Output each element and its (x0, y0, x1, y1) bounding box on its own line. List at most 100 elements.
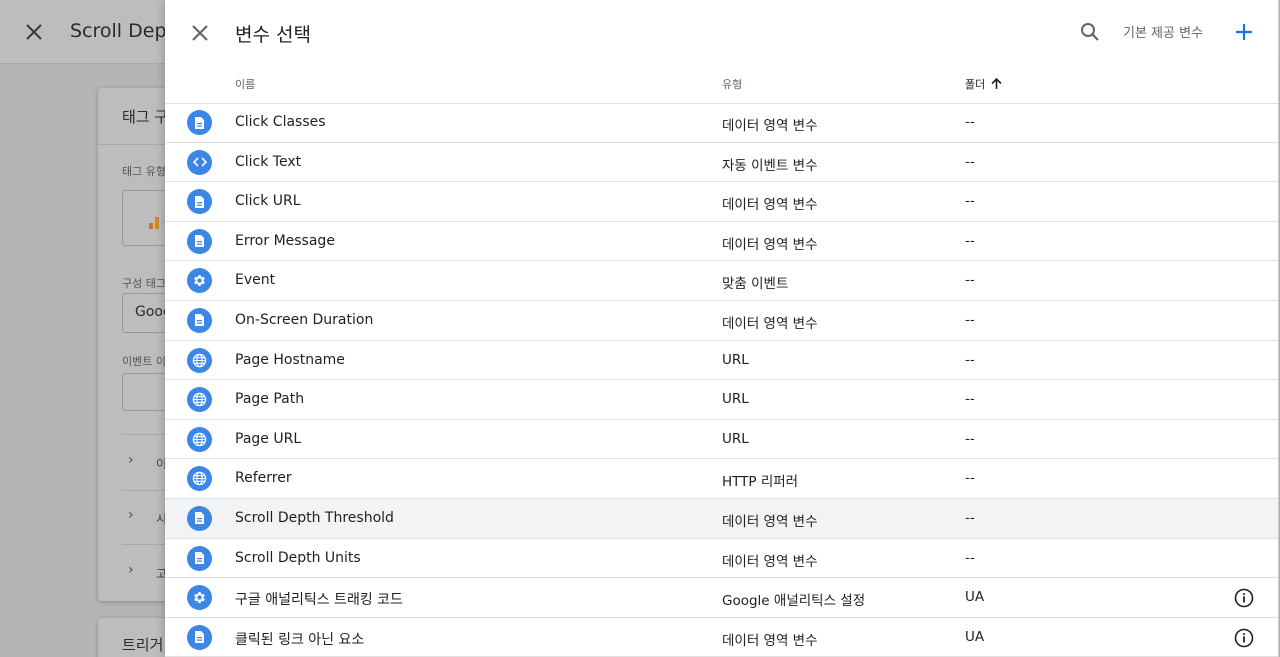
builtin-variables-button[interactable]: 기본 제공 변수 (1123, 22, 1203, 41)
close-button[interactable] (187, 20, 213, 46)
panel-right-edge (1278, 0, 1279, 657)
variable-name: Click Classes (235, 114, 326, 130)
variable-row[interactable]: Scroll Depth Units 데이터 영역 변수 -- (165, 539, 1279, 579)
variable-name: Page Path (235, 391, 305, 408)
page-title: 변수 선택 (235, 24, 311, 46)
variable-row[interactable]: Click Classes 데이터 영역 변수 -- (165, 103, 1279, 143)
document-icon (187, 307, 212, 333)
column-header-folder-label: 폴더 (965, 78, 986, 91)
variable-row[interactable]: Click Text 자동 이벤트 변수 -- (165, 143, 1279, 183)
analytics-logo-icon (147, 209, 167, 235)
background-chevron-right-icon: › (128, 507, 134, 523)
variable-folder: -- (965, 351, 975, 368)
variable-type: HTTP 리퍼러 (722, 474, 799, 491)
variable-row[interactable]: Page URL URL -- (165, 420, 1279, 460)
document-icon (187, 545, 212, 571)
variable-name: Click URL (235, 193, 301, 210)
info-icon[interactable] (1232, 586, 1256, 610)
variable-list: Click Classes 데이터 영역 변수 -- Click Text 자동 이벤트… (165, 103, 1279, 657)
variable-type: 데이터 영역 변수 (722, 315, 818, 332)
document-icon (187, 624, 212, 650)
variable-folder: -- (965, 114, 975, 130)
variable-type: 데이터 영역 변수 (722, 553, 818, 570)
variable-type: 맞춤 이벤트 (722, 276, 789, 293)
variable-folder: -- (965, 193, 975, 210)
document-icon (187, 189, 212, 215)
search-icon (1081, 23, 1099, 41)
variable-folder: UA (965, 628, 985, 645)
plus-icon (1236, 24, 1252, 40)
variable-name: On-Screen Duration (235, 311, 374, 328)
variable-name: Scroll Depth Threshold (235, 509, 394, 526)
variable-type: 자동 이벤트 변수 (722, 157, 818, 174)
variable-select-panel: 변수 선택 기본 제공 변수 이름 유형 폴더 Click Classes 데이터… (165, 0, 1279, 657)
variable-row[interactable]: Event 맞춤 이벤트 -- (165, 261, 1279, 301)
document-icon (187, 505, 212, 531)
add-variable-button[interactable] (1231, 19, 1257, 45)
variable-name: Page URL (235, 430, 302, 447)
variable-type: URL (722, 430, 749, 447)
variable-name: Referrer (235, 470, 292, 487)
background-card-title: 태그 구 (122, 108, 169, 126)
variable-name: 구글 애널리틱스 트래킹 코드 (235, 592, 403, 609)
search-button[interactable] (1077, 19, 1103, 45)
column-header-name[interactable]: 이름 (235, 76, 255, 92)
variable-type: 데이터 영역 변수 (722, 118, 818, 134)
background-tag-type-label: 태그 유형 (122, 165, 166, 178)
variable-row[interactable]: Click URL 데이터 영역 변수 -- (165, 182, 1279, 222)
variable-type: 데이터 영역 변수 (722, 513, 818, 530)
variable-name: Error Message (235, 232, 335, 249)
document-icon (187, 110, 212, 135)
close-icon (192, 25, 208, 41)
variable-folder: -- (965, 509, 975, 526)
variable-folder: -- (965, 549, 975, 566)
variable-row[interactable]: Scroll Depth Threshold 데이터 영역 변수 -- (165, 498, 1279, 539)
globe-icon (187, 347, 212, 373)
background-close-icon (22, 20, 46, 44)
gear-icon (187, 268, 212, 294)
variable-row[interactable]: Page Path URL -- (165, 380, 1279, 420)
variable-folder: -- (965, 391, 975, 408)
variable-folder: -- (965, 311, 975, 328)
info-icon[interactable] (1232, 626, 1256, 650)
globe-icon (187, 426, 212, 452)
variable-row[interactable]: Page Hostname URL -- (165, 341, 1279, 381)
gear-icon (187, 585, 212, 611)
background-chevron-right-icon: › (128, 562, 134, 578)
variable-type: 데이터 영역 변수 (722, 632, 818, 649)
globe-icon (187, 466, 212, 492)
variable-name: Click Text (235, 153, 302, 170)
variable-folder: -- (965, 272, 975, 289)
variable-name: 클릭된 링크 아닌 요소 (235, 631, 365, 648)
variable-row[interactable]: On-Screen Duration 데이터 영역 변수 -- (165, 301, 1279, 341)
panel-header: 변수 선택 기본 제공 변수 (165, 0, 1279, 64)
variable-row[interactable]: 구글 애널리틱스 트래킹 코드 Google 애널리틱스 설정 UA (165, 578, 1279, 618)
sort-ascending-icon (991, 78, 1002, 89)
background-page-title: Scroll Dept (70, 20, 174, 42)
variable-type: 데이터 영역 변수 (722, 236, 818, 253)
column-header-type[interactable]: 유형 (722, 76, 742, 92)
variable-name: Page Hostname (235, 351, 345, 368)
variable-row[interactable]: Referrer HTTP 리퍼러 -- (165, 459, 1279, 499)
variable-folder: -- (965, 470, 975, 487)
document-icon (187, 228, 212, 254)
code-icon (187, 149, 212, 175)
background-trigger-title: 트리거 (122, 636, 164, 654)
variable-folder: -- (965, 232, 975, 249)
background-chevron-right-icon: › (128, 452, 134, 468)
variable-folder: -- (965, 153, 975, 170)
background-config-label: 구성 태그 (122, 277, 166, 290)
variable-type: URL (722, 391, 749, 408)
variable-folder: -- (965, 430, 975, 447)
variable-type: 데이터 영역 변수 (722, 197, 818, 214)
variable-folder: UA (965, 589, 985, 606)
variable-name: Event (235, 272, 276, 289)
variable-name: Scroll Depth Units (235, 549, 361, 566)
variable-row[interactable]: 클릭된 링크 아닌 요소 데이터 영역 변수 UA (165, 618, 1279, 657)
variable-type: URL (722, 351, 749, 368)
column-header-folder[interactable]: 폴더 (965, 76, 1002, 92)
globe-icon (187, 387, 212, 413)
background-event-label: 이벤트 이 (122, 355, 166, 368)
variable-row[interactable]: Error Message 데이터 영역 변수 -- (165, 222, 1279, 262)
variable-type: Google 애널리틱스 설정 (722, 593, 866, 610)
